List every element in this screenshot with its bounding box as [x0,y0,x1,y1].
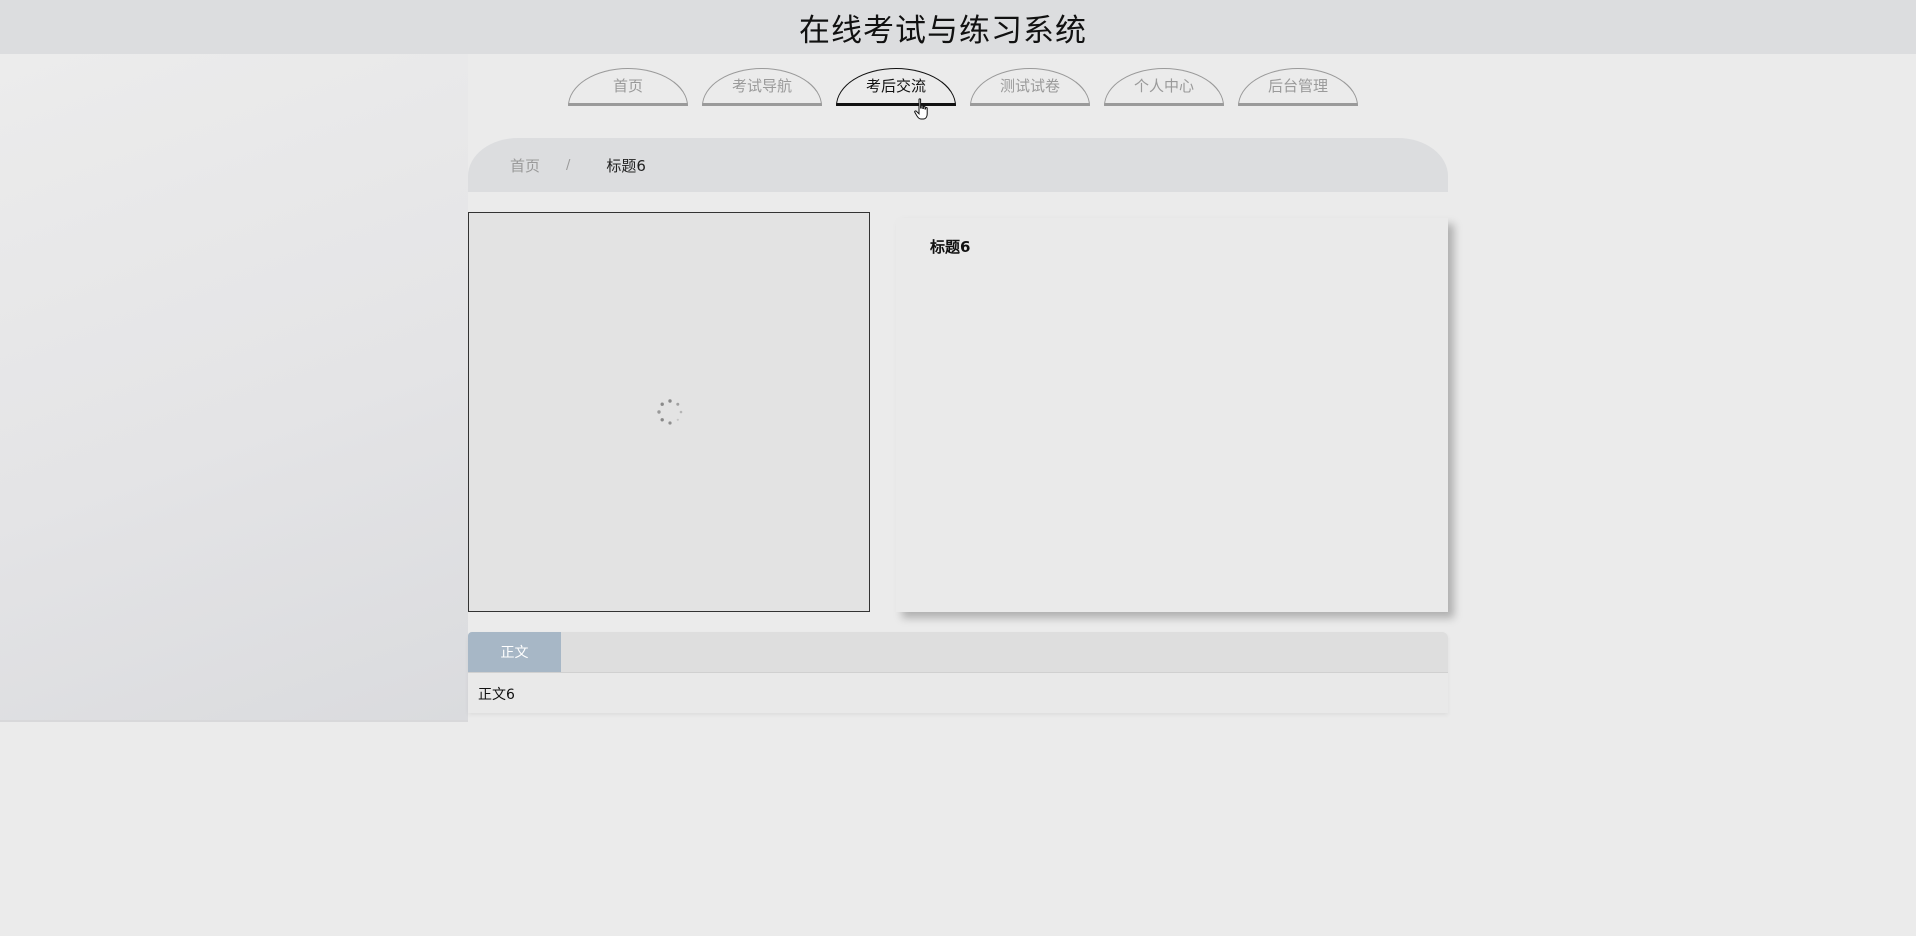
breadcrumb-separator: / [566,157,571,173]
nav-item-test-papers[interactable]: 测试试卷 [970,68,1090,106]
detail-info-panel: 标题6 [896,218,1448,612]
background-gradient [0,54,468,722]
hand-pointer-icon [914,98,928,120]
nav-item-exam-guide[interactable]: 考试导航 [702,68,822,106]
detail-title: 标题6 [930,238,971,256]
site-title: 在线考试与练习系统 [799,12,1087,49]
nav-item-personal-center[interactable]: 个人中心 [1104,68,1224,106]
nav-item-admin[interactable]: 后台管理 [1238,68,1358,106]
nav-item-home[interactable]: 首页 [568,68,688,106]
top-header: 在线考试与练习系统 [0,0,1916,54]
nav-item-post-exam-forum[interactable]: 考后交流 [836,68,956,106]
tab-bar: 正文 [468,632,1448,673]
breadcrumb-home-link[interactable]: 首页 [510,155,540,176]
loading-spinner-icon [657,399,683,425]
breadcrumb-current: 标题6 [606,156,646,175]
main-content: 首页 / 标题6 标题6 正文 正文6 [468,138,1448,713]
tab-body[interactable]: 正文 [468,632,561,672]
breadcrumb: 首页 / 标题6 [468,138,1448,192]
tab-content: 正文6 [478,687,515,703]
main-nav: 首页 考试导航 考后交流 测试试卷 个人中心 后台管理 [568,68,1372,106]
detail-image [468,212,870,612]
background-divider [0,720,468,722]
content-tabs: 正文 正文6 [468,632,1448,713]
detail-section: 标题6 [468,212,1448,612]
